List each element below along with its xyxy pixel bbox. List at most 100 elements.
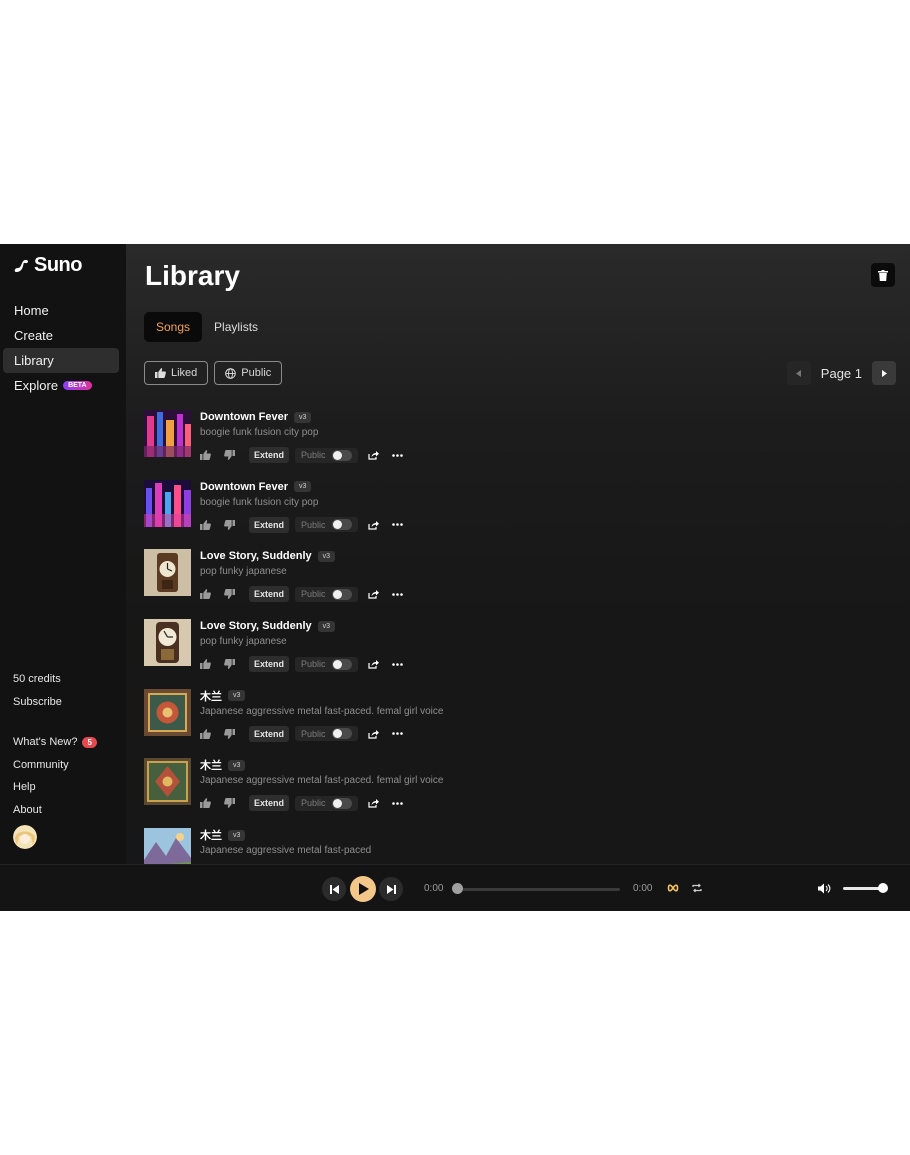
infinity-icon[interactable]: [667, 884, 679, 892]
song-cover-art[interactable]: [144, 688, 191, 736]
song-title[interactable]: 木兰: [200, 827, 222, 843]
extend-button[interactable]: Extend: [249, 586, 290, 603]
public-toggle[interactable]: Public: [295, 726, 358, 742]
sidebar-item-label: Create: [14, 328, 54, 343]
dislike-button[interactable]: [224, 446, 248, 464]
public-toggle[interactable]: Public: [295, 586, 358, 602]
song-title[interactable]: 木兰: [200, 757, 222, 773]
logo[interactable]: Suno: [13, 254, 83, 277]
song-title[interactable]: Love Story, Suddenly: [200, 620, 312, 632]
like-button[interactable]: [200, 655, 224, 673]
tab-playlists[interactable]: Playlists: [202, 312, 270, 342]
toggle-switch[interactable]: [331, 449, 352, 461]
like-button[interactable]: [200, 516, 224, 534]
play-button[interactable]: [350, 876, 376, 902]
volume-icon[interactable]: [818, 883, 831, 894]
song-row[interactable]: Downtown Fever v3 boogie funk fusion cit…: [144, 478, 844, 548]
song-title[interactable]: Downtown Fever: [200, 411, 288, 423]
credits-count: 50 credits: [13, 673, 61, 686]
extend-button[interactable]: Extend: [249, 516, 290, 533]
dislike-button[interactable]: [224, 725, 248, 743]
like-button[interactable]: [200, 794, 224, 812]
more-options-button[interactable]: [391, 655, 416, 673]
extend-button[interactable]: Extend: [249, 656, 290, 673]
more-options-button[interactable]: [391, 585, 416, 603]
public-toggle[interactable]: Public: [295, 656, 358, 672]
toggle-switch[interactable]: [331, 797, 352, 809]
song-actions: Extend Public: [200, 725, 443, 743]
like-button[interactable]: [200, 446, 224, 464]
dislike-button[interactable]: [224, 585, 248, 603]
song-title-row: Love Story, Suddenly v3: [200, 547, 416, 565]
song-row[interactable]: 木兰 v3 Japanese aggressive metal fast-pac…: [144, 687, 844, 757]
more-options-button[interactable]: [391, 516, 416, 534]
song-cover-art[interactable]: [144, 758, 191, 806]
song-cover-art[interactable]: [144, 479, 191, 527]
subscribe-link[interactable]: Subscribe: [13, 691, 123, 714]
dislike-button[interactable]: [224, 516, 248, 534]
progress-knob[interactable]: [452, 883, 463, 894]
thumbs-up-icon: [200, 728, 211, 739]
extend-button[interactable]: Extend: [249, 447, 290, 463]
song-row[interactable]: Love Story, Suddenly v3 pop funky japane…: [144, 617, 844, 687]
song-cover-art[interactable]: [144, 410, 191, 457]
total-time: 0:00: [633, 883, 653, 894]
next-track-button[interactable]: [379, 877, 403, 901]
share-button[interactable]: [367, 725, 392, 743]
toggle-switch[interactable]: [331, 658, 352, 670]
extend-button[interactable]: Extend: [249, 725, 290, 742]
song-title[interactable]: Love Story, Suddenly: [200, 550, 312, 562]
sidebar-item-create[interactable]: Create: [3, 323, 119, 348]
song-row[interactable]: 木兰 v3 Japanese aggressive metal fast-pac…: [144, 756, 844, 826]
public-toggle[interactable]: Public: [295, 517, 358, 533]
filter-liked-button[interactable]: Liked: [144, 361, 209, 385]
help-link[interactable]: Help: [13, 776, 123, 799]
sidebar-item-explore[interactable]: Explore BETA: [3, 373, 119, 398]
dislike-button[interactable]: [224, 794, 248, 812]
community-link[interactable]: Community: [13, 754, 123, 777]
public-toggle[interactable]: Public: [295, 795, 358, 811]
toggle-switch[interactable]: [331, 588, 352, 600]
like-button[interactable]: [200, 585, 224, 603]
share-button[interactable]: [367, 516, 392, 534]
next-page-button[interactable]: [872, 361, 896, 385]
public-label: Public: [301, 659, 326, 670]
share-button[interactable]: [367, 794, 392, 812]
song-cover-art[interactable]: [144, 619, 191, 667]
trash-button[interactable]: [871, 263, 895, 287]
more-options-button[interactable]: [391, 794, 416, 812]
dislike-button[interactable]: [224, 655, 248, 673]
more-options-button[interactable]: [391, 725, 416, 743]
sidebar-item-library[interactable]: Library: [3, 348, 119, 373]
about-link[interactable]: About: [13, 799, 123, 822]
cover-image: [144, 410, 191, 457]
prev-page-button[interactable]: [786, 361, 811, 385]
filter-public-button[interactable]: Public: [214, 361, 283, 385]
repeat-icon[interactable]: [692, 883, 702, 893]
song-row[interactable]: Love Story, Suddenly v3 pop funky japane…: [144, 547, 844, 617]
avatar[interactable]: [13, 825, 37, 849]
song-row[interactable]: Downtown Fever v3 boogie funk fusion cit…: [144, 408, 844, 478]
volume-knob[interactable]: [878, 883, 888, 893]
toggle-switch[interactable]: [331, 728, 352, 740]
sidebar-item-home[interactable]: Home: [3, 298, 119, 323]
share-button[interactable]: [367, 655, 392, 673]
song-cover-art[interactable]: [144, 549, 191, 597]
whats-new-link[interactable]: What's New? 5: [13, 731, 123, 754]
tab-songs[interactable]: Songs: [144, 312, 203, 342]
more-icon: [391, 662, 403, 666]
public-toggle[interactable]: Public: [295, 447, 358, 463]
share-button[interactable]: [367, 585, 392, 603]
previous-track-button[interactable]: [322, 877, 346, 901]
extend-button[interactable]: Extend: [249, 795, 290, 812]
progress-track[interactable]: [455, 888, 620, 891]
more-options-button[interactable]: [391, 446, 416, 464]
share-button[interactable]: [367, 446, 392, 464]
toggle-switch[interactable]: [331, 519, 352, 531]
like-button[interactable]: [200, 725, 224, 743]
sidebar-item-label: Library: [14, 353, 54, 368]
version-badge: v3: [294, 481, 312, 493]
song-title[interactable]: 木兰: [200, 688, 222, 704]
song-title[interactable]: Downtown Fever: [200, 481, 288, 493]
app-window: Suno Home Create Library Explore BETA 50…: [0, 244, 910, 911]
